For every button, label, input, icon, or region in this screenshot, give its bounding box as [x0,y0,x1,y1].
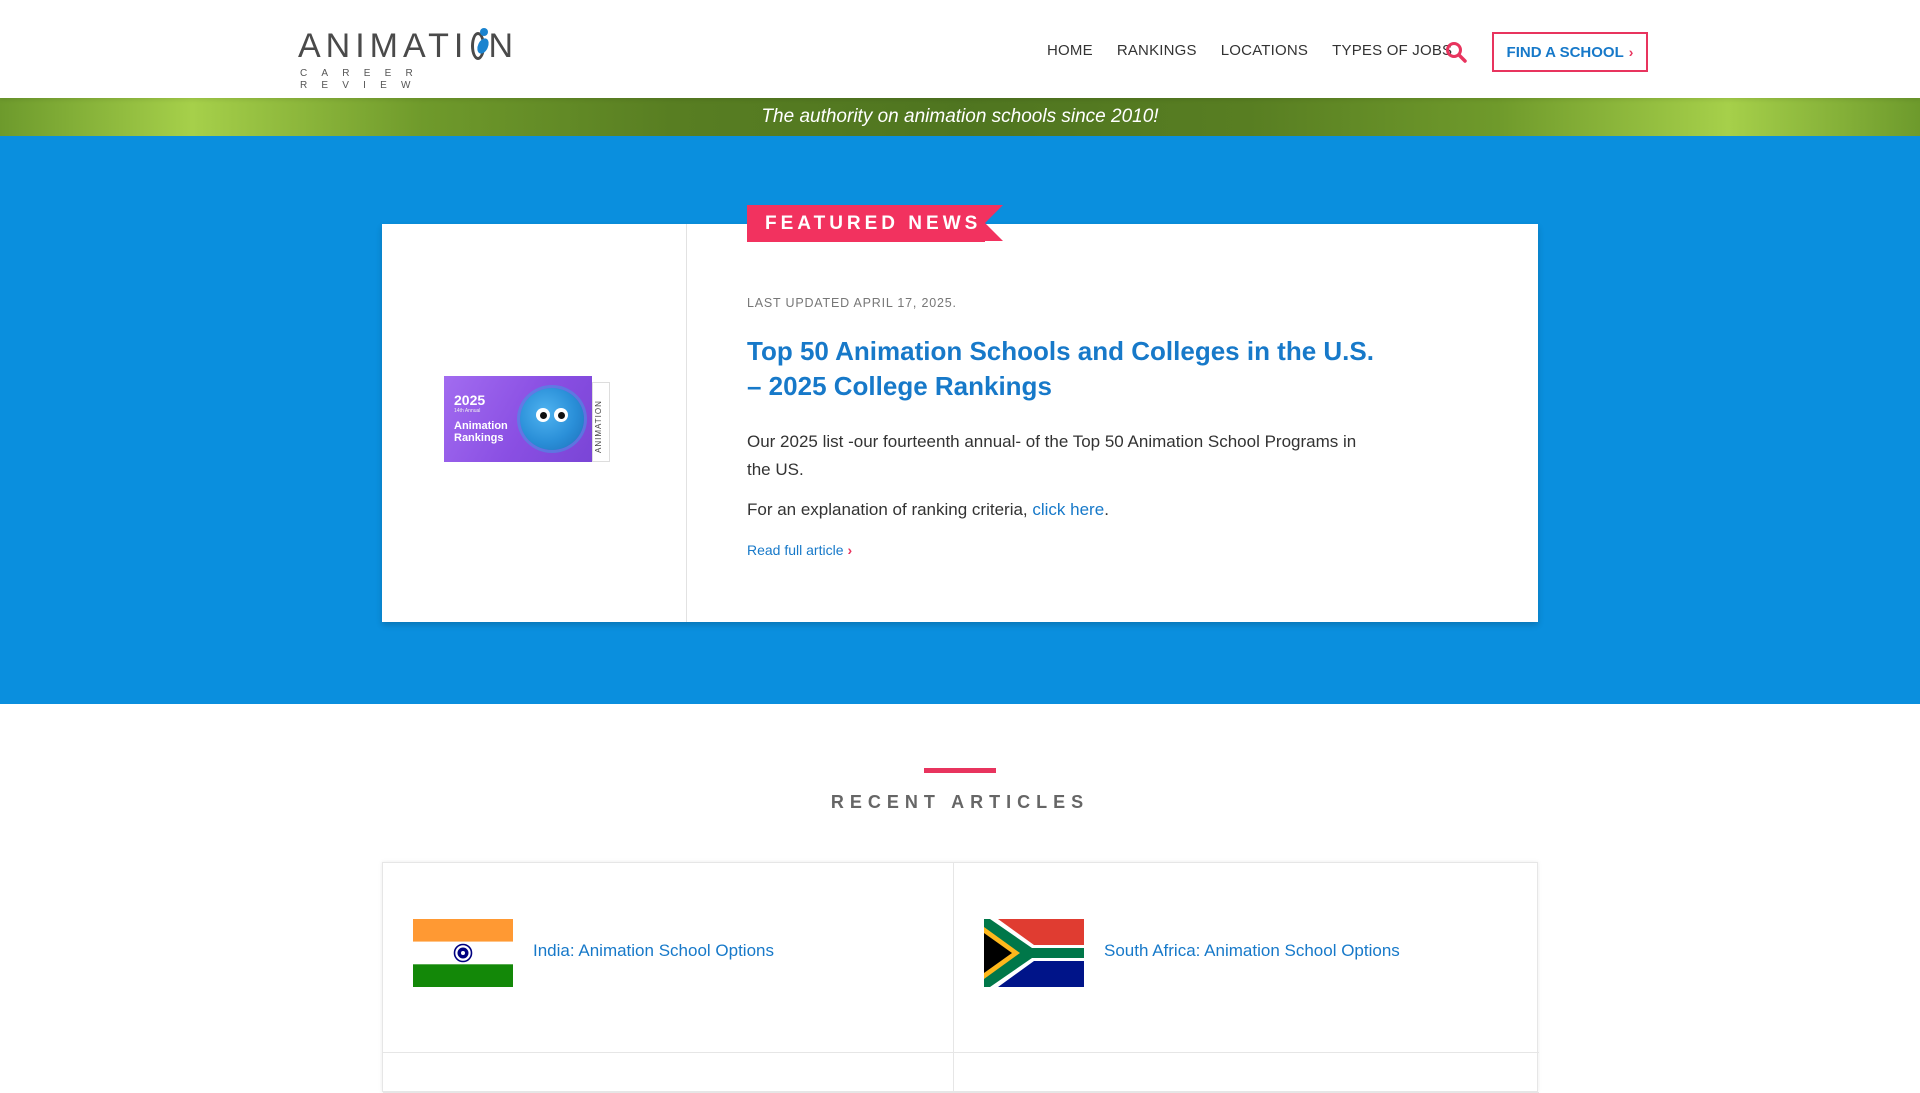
logo-text-right: N [488,27,518,65]
criteria-click-here-link[interactable]: click here [1032,500,1104,519]
featured-article-title[interactable]: Top 50 Animation Schools and Colleges in… [747,334,1387,404]
recent-articles-heading: RECENT ARTICLES [830,792,1090,812]
criteria-prefix: For an explanation of ranking criteria, [747,500,1033,519]
featured-news-card: 2025 14th Annual Animation Rankings ANIM… [382,205,1538,622]
main-nav: HOME RANKINGS LOCATIONS TYPES OF JOBS [1047,40,1476,62]
nav-home[interactable]: HOME [1047,40,1093,62]
nav-rankings[interactable]: RANKINGS [1117,40,1197,62]
search-icon [1446,42,1467,63]
article-tile-india[interactable]: India: Animation School Options [383,863,954,1053]
recent-articles-grid: India: Animation School Options South Af… [382,862,1539,1093]
south-africa-flag-icon [984,919,1084,987]
ranking-criteria-line: For an explanation of ranking criteria, … [747,500,1109,520]
ribbon-tail [985,205,1003,241]
criteria-suffix: . [1104,500,1109,519]
nav-locations[interactable]: LOCATIONS [1221,40,1308,62]
logo-text-left: ANIMATI [298,27,469,65]
mascot-eye-right [554,408,568,422]
site-header: ANIMATI N CAREER REVIEW HOME RANKINGS LO… [0,0,1920,98]
tagline-bar: The authority on animation schools since… [0,98,1920,136]
fluffy-mascot-icon [520,388,584,450]
ribbon-label: FEATURED NEWS [765,212,982,234]
logo-wordmark: ANIMATI N [298,26,518,66]
thumbnail-title: Animation Rankings [454,420,508,444]
featured-thumbnail[interactable]: 2025 14th Annual Animation Rankings [444,376,592,462]
article-tile-south-africa[interactable]: South Africa: Animation School Options [954,863,1539,1053]
thumbnail-small-text: 14th Annual [454,408,481,414]
article-tile-placeholder-left [383,1053,954,1093]
search-button[interactable] [1444,40,1468,64]
featured-thumbnail-column: 2025 14th Annual Animation Rankings ANIM… [382,224,687,622]
article-title-india[interactable]: India: Animation School Options [533,941,774,961]
mascot-eye-left [536,408,550,422]
last-updated-date: LAST UPDATED APRIL 17, 2025. [747,296,957,310]
tagline-text: The authority on animation schools since… [761,106,1159,127]
featured-article-description: Our 2025 list -our fourteenth annual- of… [747,432,1357,479]
india-flag-icon [413,919,513,987]
chevron-right-icon: › [1628,44,1634,60]
logo-subtitle: CAREER REVIEW [300,68,427,91]
find-a-school-label: FIND A SCHOOL [1506,43,1624,61]
ribbon-body: FEATURED NEWS [747,205,985,242]
recent-articles-section: RECENT ARTICLES India: Animation School … [0,704,1920,1093]
featured-news-ribbon: FEATURED NEWS [747,205,1003,242]
thumbnail-side-text: ANIMATION [594,400,603,453]
thumbnail-year: 2025 [454,392,486,408]
read-full-article-label: Read full article [747,542,844,558]
thumbnail-side-label: ANIMATION [592,382,610,462]
site-logo[interactable]: ANIMATI N CAREER REVIEW [298,26,518,91]
nav-types-of-jobs[interactable]: TYPES OF JOBS [1332,40,1452,62]
logo-o-icon [471,28,489,60]
find-a-school-button[interactable]: FIND A SCHOOL › [1492,32,1648,72]
article-tile-placeholder-right [954,1053,1539,1093]
section-accent-bar [924,768,996,773]
read-full-article-link[interactable]: Read full article › [747,542,852,558]
article-title-south-africa[interactable]: South Africa: Animation School Options [1104,941,1400,961]
chevron-right-icon: › [847,542,853,558]
